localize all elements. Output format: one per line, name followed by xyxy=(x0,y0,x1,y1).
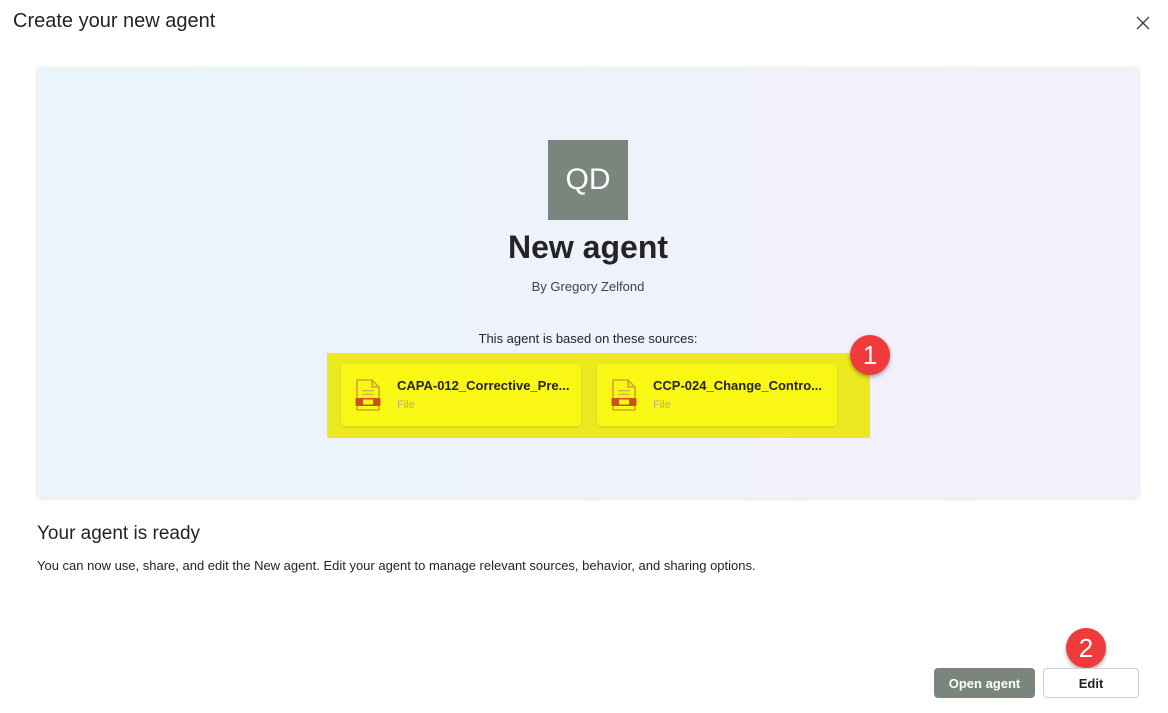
ready-description: You can now use, share, and edit the New… xyxy=(37,558,756,573)
source-type: File xyxy=(397,399,415,411)
step-marker-1: 1 xyxy=(850,335,890,375)
file-icon xyxy=(355,379,381,411)
agent-preview-card: QD New agent By Gregory Zelfond This age… xyxy=(37,67,1139,498)
source-name: CAPA-012_Corrective_Pre... xyxy=(397,378,570,393)
ready-title: Your agent is ready xyxy=(37,523,201,544)
source-card[interactable]: CAPA-012_Corrective_Pre... File xyxy=(341,364,581,426)
agent-name: New agent xyxy=(507,229,669,265)
close-button[interactable] xyxy=(1132,12,1154,34)
agent-avatar: QD xyxy=(548,140,628,220)
close-icon xyxy=(1136,16,1150,30)
dialog-title: Create your new agent xyxy=(13,10,216,32)
file-icon xyxy=(611,379,637,411)
sources-label: This agent is based on these sources: xyxy=(478,331,698,346)
step-marker-2: 2 xyxy=(1066,628,1106,668)
agent-author: By Gregory Zelfond xyxy=(531,279,645,294)
source-type: File xyxy=(653,399,671,411)
edit-button[interactable]: Edit xyxy=(1043,668,1139,698)
source-card[interactable]: CCP-024_Change_Contro... File xyxy=(597,364,837,426)
source-name: CCP-024_Change_Contro... xyxy=(653,378,823,393)
open-agent-button[interactable]: Open agent xyxy=(934,668,1035,698)
